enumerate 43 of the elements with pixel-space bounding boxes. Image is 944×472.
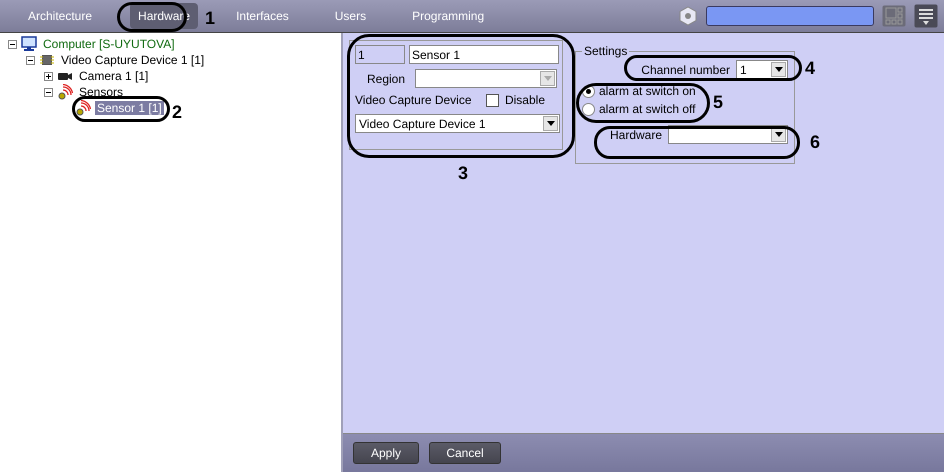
radio-label: alarm at switch off (599, 102, 696, 116)
sensor-icon (75, 100, 91, 116)
disable-checkbox[interactable] (486, 94, 499, 106)
caret-icon (546, 121, 554, 126)
expand-icon[interactable] (44, 72, 53, 80)
hardware-label: Hardware (610, 128, 662, 142)
radio-button[interactable] (582, 102, 595, 116)
tree-item[interactable]: Video Capture Device 1 [1] (59, 53, 206, 67)
search-field[interactable] (706, 6, 874, 26)
action-button[interactable]: Apply (353, 442, 419, 464)
caret-icon (544, 76, 552, 81)
sensor-icon (57, 84, 73, 100)
collapse-icon[interactable] (8, 40, 17, 48)
name-field[interactable]: Sensor 1 (409, 45, 559, 64)
channel-label: Channel number (641, 62, 730, 76)
collapse-icon[interactable] (44, 88, 53, 96)
tree-item[interactable]: Computer [S-UYUTOVA] (41, 37, 177, 51)
menu-icon[interactable] (914, 4, 938, 28)
callout-number: 6 (810, 132, 820, 153)
callout-number: 2 (172, 102, 182, 123)
group-title: Settings (583, 44, 628, 58)
collapse-icon[interactable] (26, 56, 35, 64)
tree-item[interactable]: Camera 1 [1] (77, 69, 150, 83)
tree-item[interactable]: Sensor 1 [1] (95, 101, 164, 115)
region-dropdown[interactable] (415, 69, 557, 88)
callout-number: 4 (805, 58, 816, 79)
monitor-icon (21, 36, 37, 52)
callout-number: 1 (205, 8, 216, 29)
radio-label: alarm at switch on (599, 84, 696, 98)
channel-dropdown[interactable]: 1 (736, 60, 788, 79)
device-label: Video Capture Device (355, 93, 472, 107)
chip-icon (39, 52, 55, 68)
caret-icon (774, 67, 783, 72)
tree-item[interactable]: Sensors (77, 85, 126, 99)
caret-icon (774, 132, 783, 137)
checkbox-label: Disable (504, 93, 545, 107)
id-field[interactable]: 1 (355, 45, 405, 64)
region-label: Region (367, 72, 406, 86)
gear-icon[interactable] (678, 6, 698, 26)
callout-number: 5 (713, 92, 724, 113)
callout-number: 3 (458, 163, 468, 184)
action-button[interactable]: Cancel (429, 442, 501, 464)
device-dropdown[interactable]: Video Capture Device 1 (355, 114, 560, 133)
